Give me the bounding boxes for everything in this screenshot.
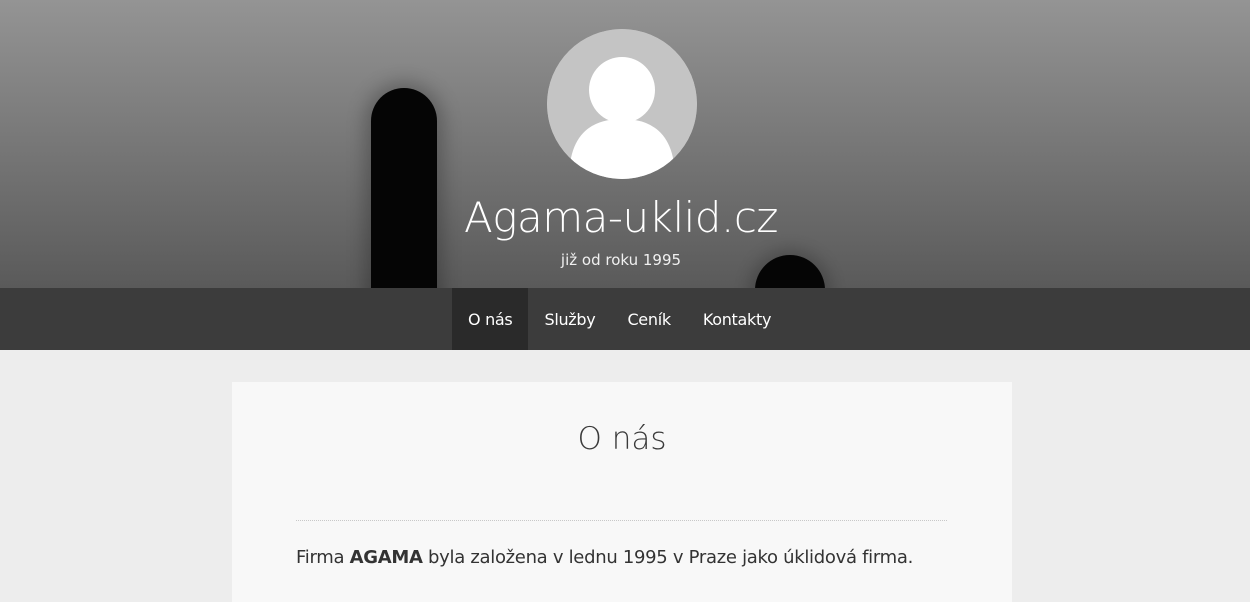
main-navigation: O nás Služby Ceník Kontakty — [0, 288, 1250, 350]
nav-item-kontakty[interactable]: Kontakty — [687, 288, 787, 350]
divider — [296, 520, 947, 521]
user-placeholder-icon[interactable] — [547, 29, 697, 179]
nav-item-cenik[interactable]: Ceník — [611, 288, 686, 350]
company-name: AGAMA — [349, 547, 423, 568]
page-title: O nás — [577, 421, 667, 457]
site-header: Agama-uklid.cz již od roku 1995 — [0, 0, 1250, 288]
site-title[interactable]: Agama-uklid.cz — [0, 190, 1242, 246]
nav-menu: O nás Služby Ceník Kontakty — [452, 288, 787, 350]
intro-text-prefix: Firma — [296, 547, 350, 568]
nav-item-sluzby[interactable]: Služby — [528, 288, 611, 350]
nav-item-o-nas[interactable]: O nás — [452, 288, 529, 350]
content-card: O nás Firma AGAMA byla založena v lednu … — [232, 382, 1012, 602]
intro-paragraph: Firma AGAMA byla založena v lednu 1995 v… — [296, 546, 956, 570]
site-tagline: již od roku 1995 — [560, 251, 682, 269]
intro-text-suffix: byla založena v lednu 1995 v Praze jako … — [422, 547, 914, 568]
